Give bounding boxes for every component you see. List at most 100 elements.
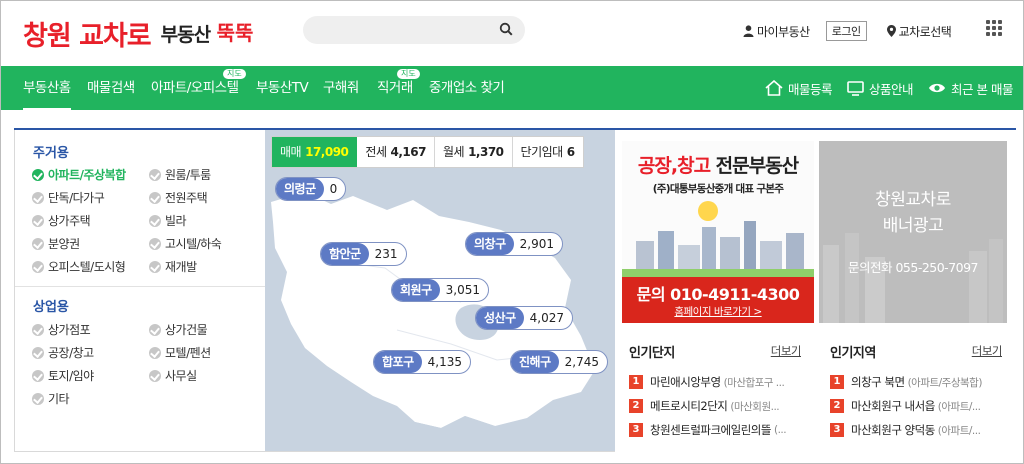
- popular-complex-title: 인기단지: [629, 346, 675, 361]
- category-option[interactable]: 아파트/주상복합: [32, 166, 126, 183]
- tab-sale[interactable]: 매매 17,090: [272, 137, 358, 167]
- product-info-link[interactable]: 상품안내: [847, 66, 914, 110]
- category-option[interactable]: 토지/임야: [32, 367, 94, 384]
- site-header: 창원 교차로 부동산 뚝뚝 마이부동산 로그인 교차로선택: [1, 1, 1023, 65]
- category-option[interactable]: 전원주택: [149, 189, 208, 206]
- region-map[interactable]: 매매 17,090 전세 4,167 월세 1,370 단기임대 6 의령군 0 함안군 2…: [265, 130, 615, 452]
- location-pin-icon: [886, 25, 896, 37]
- person-icon: [743, 25, 754, 37]
- home-icon: [765, 80, 783, 96]
- region-pin[interactable]: 진해구 2,745: [510, 350, 608, 374]
- check-circle-icon: [32, 191, 44, 204]
- tab-short-term[interactable]: 단기임대 6: [513, 137, 583, 167]
- monitor-icon: [847, 80, 864, 96]
- category-option[interactable]: 오피스텔/도시형: [32, 258, 126, 275]
- nav-label-direct-deal: 직거래: [377, 80, 413, 96]
- nav-item-listing-search[interactable]: 매물검색: [87, 66, 135, 110]
- check-circle-icon: [32, 369, 44, 382]
- banner-ad-placeholder[interactable]: 창원교차로 배너광고 문의전화 055-250-7097: [819, 141, 1007, 323]
- product-info-label: 상품안내: [869, 81, 914, 97]
- check-circle-icon: [32, 346, 44, 359]
- logo-main-text: 창원 교차로: [23, 20, 152, 52]
- map-badge: 지도: [223, 69, 246, 79]
- divider: [15, 286, 265, 287]
- category-option[interactable]: 사무실: [149, 367, 197, 384]
- category-option[interactable]: 분양권: [32, 235, 80, 252]
- register-listing-label: 매물등록: [788, 81, 833, 97]
- city-skyline-illustration: [622, 201, 814, 279]
- ad1-title: 공장,창고 전문부동산: [637, 155, 799, 177]
- my-realestate-label: 마이부동산: [757, 24, 810, 39]
- ad1-phone: 문의 010-4911-4300: [636, 285, 800, 304]
- logo-ttok-text: 뚝뚝: [216, 21, 254, 45]
- list-item[interactable]: 2 메트로시티2단지 (마산회원...: [629, 398, 780, 414]
- check-circle-icon: [149, 346, 161, 359]
- check-circle-icon: [149, 237, 161, 250]
- region-pin[interactable]: 회원구 3,051: [391, 278, 489, 302]
- tab-jeonse[interactable]: 전세 4,167: [357, 137, 435, 167]
- region-pin[interactable]: 성산구 4,027: [475, 306, 573, 330]
- deal-type-tabs: 매매 17,090 전세 4,167 월세 1,370 단기임대 6: [271, 136, 584, 168]
- category-option[interactable]: 고시텔/하숙: [149, 235, 222, 252]
- check-circle-icon: [32, 237, 44, 250]
- tab-monthly[interactable]: 월세 1,370: [435, 137, 513, 167]
- check-circle-icon: [32, 168, 44, 181]
- check-circle-icon: [149, 191, 161, 204]
- region-pin[interactable]: 함안군 231: [320, 242, 407, 266]
- commercial-title: 상업용: [33, 300, 69, 315]
- header-links: 마이부동산 로그인 교차로선택: [743, 21, 952, 41]
- check-circle-icon: [149, 369, 161, 382]
- nav-item-home[interactable]: 부동산홈: [23, 66, 71, 110]
- list-item[interactable]: 3 창원센트럴파크에일린의뜰 (...: [629, 422, 787, 438]
- residential-title: 주거용: [33, 146, 69, 161]
- login-button[interactable]: 로그인: [825, 21, 867, 41]
- list-item[interactable]: 2 마산회원구 내서읍 (아파트/...: [830, 398, 981, 414]
- register-listing-link[interactable]: 매물등록: [765, 66, 833, 110]
- region-pin[interactable]: 의령군 0: [275, 177, 347, 201]
- region-pin[interactable]: 합포구 4,135: [373, 350, 471, 374]
- nav-item-find-for-me[interactable]: 구해줘: [323, 66, 359, 110]
- app-grid-icon[interactable]: [986, 20, 1002, 36]
- category-option[interactable]: 상가점포: [32, 321, 91, 338]
- popular-complex-section: 인기단지 더보기 1 마린애시앙부영 (마산합포구 ... 2 메트로시티2단지 (마산…: [629, 340, 802, 450]
- search-input[interactable]: [317, 20, 497, 40]
- region-select-label: 교차로선택: [898, 24, 952, 39]
- category-option[interactable]: 단독/다가구: [32, 189, 105, 206]
- list-item[interactable]: 1 마린애시앙부영 (마산합포구 ...: [629, 374, 785, 390]
- my-realestate-link[interactable]: 마이부동산: [743, 23, 810, 40]
- nav-item-find-agency[interactable]: 중개업소 찾기: [429, 66, 505, 110]
- site-logo[interactable]: 창원 교차로 부동산 뚝뚝: [23, 11, 254, 55]
- check-circle-icon: [32, 323, 44, 336]
- ad1-company: (주)대통부동산중개 대표 구본주: [652, 183, 784, 195]
- popular-region-section: 인기지역 더보기 1 의창구 북면 (아파트/주상복합) 2 마산회원구 내서읍 (아파…: [830, 340, 1003, 450]
- popular-complex-more-link[interactable]: 더보기: [771, 343, 802, 359]
- list-item[interactable]: 1 의창구 북면 (아파트/주상복합): [830, 374, 982, 390]
- ad2-phone: 문의전화 055-250-7097: [847, 260, 979, 275]
- check-circle-icon: [149, 260, 161, 273]
- main-nav: 부동산홈 매물검색 아파트/오피스텔 지도 부동산TV 구해줘 직거래 지도 중…: [1, 66, 1023, 110]
- popular-region-more-link[interactable]: 더보기: [972, 343, 1003, 359]
- category-panel: 주거용 아파트/주상복합 원룸/투룸 단독/다가구 전원주택 상가주택 빌라 분…: [14, 130, 265, 452]
- ad1-homepage-link[interactable]: 홈페이지 바로가기 >: [622, 304, 814, 319]
- recent-viewed-link[interactable]: 최근 본 매물: [928, 66, 1013, 110]
- list-item[interactable]: 3 마산회원구 양덕동 (아파트/...: [830, 422, 981, 438]
- category-option[interactable]: 재개발: [149, 258, 197, 275]
- category-option[interactable]: 상가건물: [149, 321, 208, 338]
- category-option[interactable]: 공장/창고: [32, 344, 94, 361]
- popular-region-title: 인기지역: [830, 346, 876, 361]
- ad2-title: 창원교차로 배너광고: [875, 190, 951, 236]
- check-circle-icon: [149, 214, 161, 227]
- category-option[interactable]: 상가주택: [32, 212, 91, 229]
- region-pin[interactable]: 의창구 2,901: [465, 232, 563, 256]
- category-option[interactable]: 빌라: [149, 212, 187, 229]
- nav-item-realestate-tv[interactable]: 부동산TV: [256, 66, 309, 110]
- category-option[interactable]: 원룸/투룸: [149, 166, 211, 183]
- category-option[interactable]: 기타: [32, 390, 70, 407]
- category-option[interactable]: 모텔/펜션: [149, 344, 211, 361]
- search-icon[interactable]: [499, 22, 513, 36]
- factory-realestate-ad[interactable]: 공장,창고 전문부동산 (주)대통부동산중개 대표 구본주 문의 010-491…: [622, 141, 814, 323]
- logo-sub-text: 부동산: [160, 23, 211, 46]
- check-circle-icon: [32, 260, 44, 273]
- region-select-link[interactable]: 교차로선택: [886, 23, 952, 40]
- search-box[interactable]: [303, 16, 525, 44]
